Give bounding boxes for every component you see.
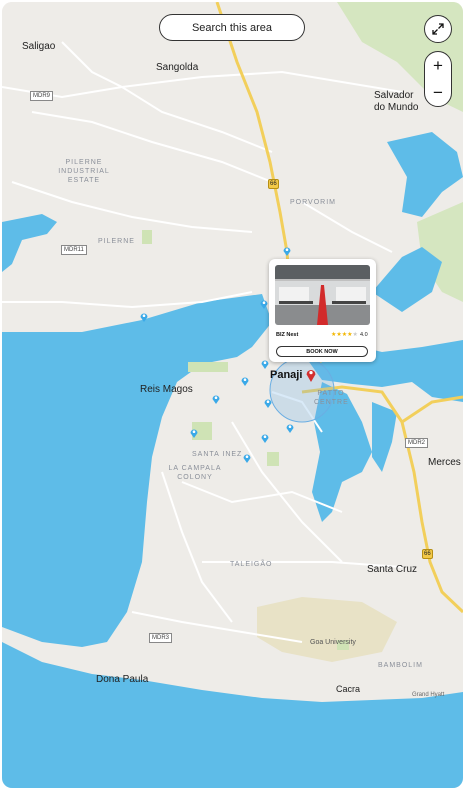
workspace-popup-card[interactable]: BIZ Nest ★★★★★ 4.0 BOOK NOW [269, 259, 376, 362]
road-shield-mdr11: MDR11 [61, 245, 87, 255]
workspace-name: BIZ Nest [276, 332, 299, 338]
location-pin-icon[interactable] [240, 376, 250, 386]
place-pilerne-industrial-estate: PILERNE INDUSTRIAL ESTATE [58, 159, 110, 184]
place-reis-magos: Reis Magos [140, 384, 193, 395]
workspace-photo [275, 265, 370, 325]
place-salvador-do-mundo: Salvador do Mundo [374, 90, 419, 113]
place-bambolim: BAMBOLIM [378, 662, 423, 669]
place-la-campala-colony: LA CAMPALA COLONY [168, 465, 222, 481]
place-taleigao: TALEIGÃO [230, 561, 273, 568]
location-pin-icon[interactable] [263, 398, 273, 408]
highway-shield-66: 66 [268, 179, 279, 189]
place-porvorim: PORVORIM [290, 199, 336, 206]
place-cacra: Cacra [336, 684, 361, 694]
book-now-button[interactable]: BOOK NOW [276, 346, 368, 357]
location-pin-icon[interactable] [242, 453, 252, 463]
place-dona-paula: Dona Paula [96, 674, 149, 685]
road-shield-mdr2: MDR2 [405, 438, 429, 448]
selected-location-pin-icon[interactable] [305, 368, 317, 382]
road-shield-mdr3: MDR3 [149, 633, 173, 643]
place-saligao: Saligao [22, 41, 56, 52]
location-pin-icon[interactable] [139, 312, 149, 322]
search-this-area-button[interactable]: Search this area [159, 14, 305, 41]
zoom-control[interactable]: + − [424, 51, 452, 107]
road-shield-mdr9: MDR9 [30, 91, 54, 101]
place-santa-cruz: Santa Cruz [367, 564, 418, 575]
zoom-out-button[interactable]: − [424, 79, 452, 106]
place-goa-university: Goa University [310, 639, 356, 646]
location-pin-icon[interactable] [260, 433, 270, 443]
place-pilerne: PILERNE [98, 238, 135, 245]
place-sangolda: Sangolda [156, 62, 199, 73]
zoom-in-button[interactable]: + [424, 52, 452, 79]
place-santa-inez: SANTA INEZ [192, 451, 243, 458]
highway-shield-66-south: 66 [422, 549, 433, 559]
location-pin-icon[interactable] [285, 423, 295, 433]
map-frame[interactable]: Saligao Sangolda Salvador do Mundo PILER… [2, 2, 463, 788]
place-merces: Merces [428, 457, 461, 468]
location-pin-icon[interactable] [282, 246, 292, 256]
rating-stars: ★★★★★ [331, 331, 358, 338]
map-canvas[interactable] [2, 2, 463, 788]
place-grand-hyatt: Grand Hyatt [412, 692, 445, 698]
expand-icon [432, 23, 444, 35]
place-patto-centre: PATTO CENTRE [314, 390, 349, 406]
place-panaji: Panaji [270, 369, 303, 381]
location-pin-icon[interactable] [189, 428, 199, 438]
location-pin-icon[interactable] [260, 359, 270, 369]
location-pin-icon[interactable] [211, 394, 221, 404]
location-pin-icon[interactable] [259, 299, 269, 309]
rating-value: 4.0 [360, 332, 368, 338]
fullscreen-button[interactable] [424, 15, 452, 43]
